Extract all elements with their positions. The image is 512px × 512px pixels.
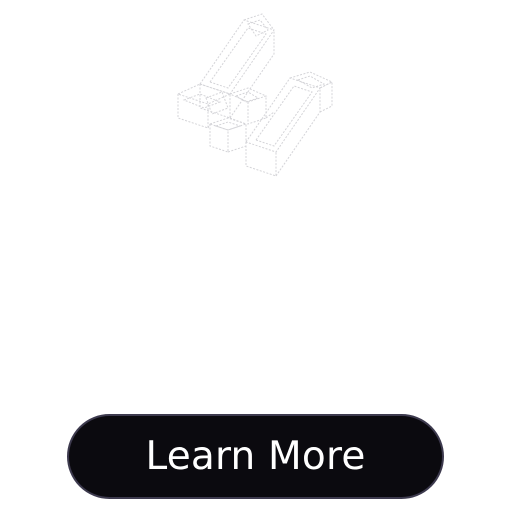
screen: Learn More <box>0 0 512 512</box>
learn-more-button[interactable]: Learn More <box>67 414 444 499</box>
isometric-blocks-icon <box>176 13 334 177</box>
